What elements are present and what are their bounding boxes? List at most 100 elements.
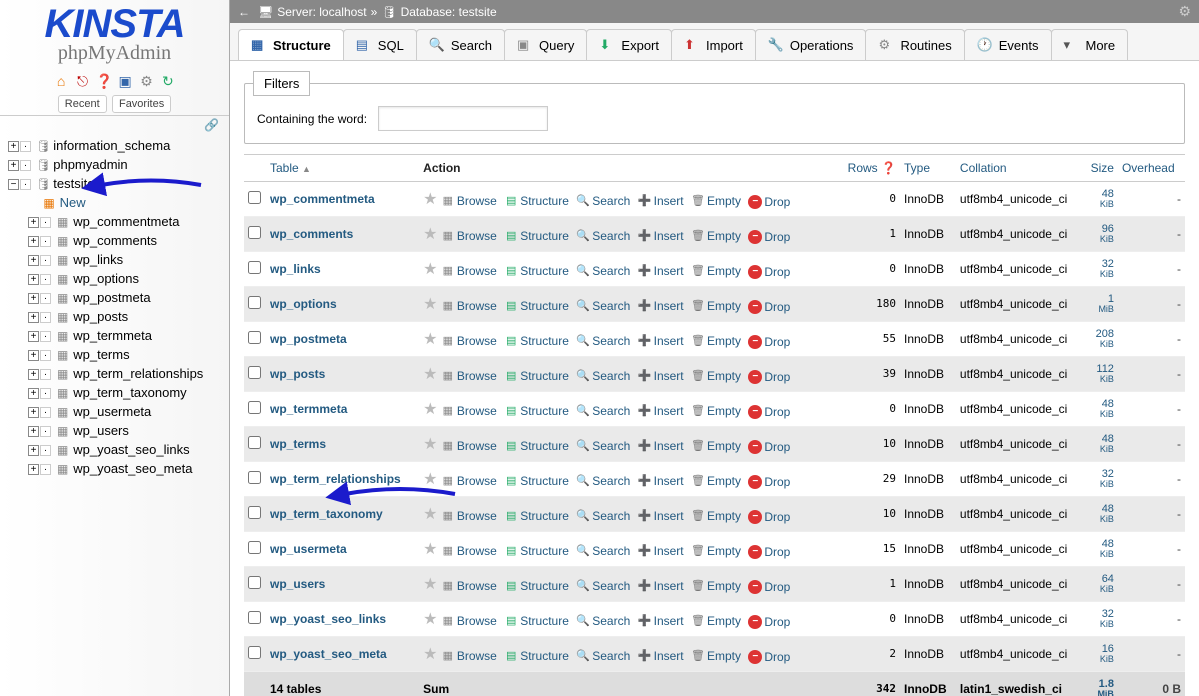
search-link[interactable]: 🔍Search: [576, 614, 630, 628]
tree-table-wp_yoast_seo_meta[interactable]: +· ▦ wp_yoast_seo_meta: [26, 459, 223, 478]
browse-link[interactable]: ▦Browse: [441, 299, 497, 313]
tab-import[interactable]: ⬆Import: [671, 29, 756, 60]
insert-link[interactable]: ➕Insert: [638, 264, 684, 278]
search-link[interactable]: 🔍Search: [576, 509, 630, 523]
page-settings-icon[interactable]: ⚙: [1178, 3, 1191, 20]
insert-link[interactable]: ➕Insert: [638, 614, 684, 628]
favorite-star-icon[interactable]: ★: [423, 226, 437, 243]
insert-link[interactable]: ➕Insert: [638, 544, 684, 558]
favorite-star-icon[interactable]: ★: [423, 506, 437, 523]
table-link[interactable]: wp_posts: [270, 367, 325, 381]
tree-table-wp_users[interactable]: +· ▦ wp_users: [26, 421, 223, 440]
structure-link[interactable]: ▤Structure: [504, 509, 569, 523]
empty-link[interactable]: 🗑Empty: [691, 299, 741, 313]
tab-routines[interactable]: ⚙Routines: [865, 29, 964, 60]
drop-link[interactable]: −Drop: [748, 580, 790, 594]
table-link[interactable]: wp_term_relationships: [270, 472, 401, 486]
tab-more[interactable]: ▾More: [1051, 29, 1129, 60]
drop-link[interactable]: −Drop: [748, 265, 790, 279]
tree-table-wp_options[interactable]: +· ▦ wp_options: [26, 269, 223, 288]
row-checkbox[interactable]: [248, 401, 261, 414]
search-link[interactable]: 🔍Search: [576, 474, 630, 488]
insert-link[interactable]: ➕Insert: [638, 439, 684, 453]
insert-link[interactable]: ➕Insert: [638, 474, 684, 488]
empty-link[interactable]: 🗑Empty: [691, 369, 741, 383]
empty-link[interactable]: 🗑Empty: [691, 439, 741, 453]
sql-icon[interactable]: ▣: [117, 73, 133, 89]
tab-search[interactable]: 🔍Search: [416, 29, 505, 60]
structure-link[interactable]: ▤Structure: [504, 369, 569, 383]
browse-link[interactable]: ▦Browse: [441, 334, 497, 348]
structure-link[interactable]: ▤Structure: [504, 264, 569, 278]
structure-link[interactable]: ▤Structure: [504, 229, 569, 243]
drop-link[interactable]: −Drop: [748, 475, 790, 489]
search-link[interactable]: 🔍Search: [576, 439, 630, 453]
favorite-star-icon[interactable]: ★: [423, 646, 437, 663]
insert-link[interactable]: ➕Insert: [638, 299, 684, 313]
search-link[interactable]: 🔍Search: [576, 579, 630, 593]
browse-link[interactable]: ▦Browse: [441, 614, 497, 628]
drop-link[interactable]: −Drop: [748, 440, 790, 454]
row-checkbox[interactable]: [248, 436, 261, 449]
tree-table-wp_termmeta[interactable]: +· ▦ wp_termmeta: [26, 326, 223, 345]
insert-link[interactable]: ➕Insert: [638, 194, 684, 208]
browse-link[interactable]: ▦Browse: [441, 369, 497, 383]
insert-link[interactable]: ➕Insert: [638, 369, 684, 383]
table-link[interactable]: wp_termmeta: [270, 402, 347, 416]
drop-link[interactable]: −Drop: [748, 650, 790, 664]
browse-link[interactable]: ▦Browse: [441, 579, 497, 593]
row-checkbox[interactable]: [248, 576, 261, 589]
tree-table-wp_commentmeta[interactable]: +· ▦ wp_commentmeta: [26, 212, 223, 231]
home-icon[interactable]: ⌂: [53, 73, 69, 89]
table-link[interactable]: wp_commentmeta: [270, 192, 375, 206]
insert-link[interactable]: ➕Insert: [638, 509, 684, 523]
favorite-star-icon[interactable]: ★: [423, 611, 437, 628]
structure-link[interactable]: ▤Structure: [504, 404, 569, 418]
browse-link[interactable]: ▦Browse: [441, 649, 497, 663]
search-link[interactable]: 🔍Search: [576, 264, 630, 278]
recent-tab[interactable]: Recent: [58, 95, 107, 113]
new-table-link[interactable]: ▦ New: [26, 193, 223, 212]
col-overhead[interactable]: Overhead: [1118, 155, 1185, 182]
search-link[interactable]: 🔍Search: [576, 404, 630, 418]
nav-back-icon[interactable]: ←: [238, 5, 250, 19]
tree-table-wp_posts[interactable]: +· ▦ wp_posts: [26, 307, 223, 326]
tree-table-wp_usermeta[interactable]: +· ▦ wp_usermeta: [26, 402, 223, 421]
favorite-star-icon[interactable]: ★: [423, 296, 437, 313]
empty-link[interactable]: 🗑Empty: [691, 544, 741, 558]
tree-table-wp_comments[interactable]: +· ▦ wp_comments: [26, 231, 223, 250]
row-checkbox[interactable]: [248, 541, 261, 554]
drop-link[interactable]: −Drop: [748, 230, 790, 244]
filter-input[interactable]: [378, 106, 548, 131]
drop-link[interactable]: −Drop: [748, 300, 790, 314]
help-icon[interactable]: ❓: [881, 161, 896, 175]
drop-link[interactable]: −Drop: [748, 405, 790, 419]
structure-link[interactable]: ▤Structure: [504, 299, 569, 313]
tab-query[interactable]: ▣Query: [504, 29, 587, 60]
tab-export[interactable]: ⬇Export: [586, 29, 672, 60]
row-checkbox[interactable]: [248, 506, 261, 519]
structure-link[interactable]: ▤Structure: [504, 334, 569, 348]
table-link[interactable]: wp_yoast_seo_meta: [270, 647, 387, 661]
empty-link[interactable]: 🗑Empty: [691, 614, 741, 628]
table-link[interactable]: wp_comments: [270, 227, 353, 241]
favorite-star-icon[interactable]: ★: [423, 471, 437, 488]
favorites-tab[interactable]: Favorites: [112, 95, 171, 113]
favorite-star-icon[interactable]: ★: [423, 331, 437, 348]
tab-operations[interactable]: 🔧Operations: [755, 29, 867, 60]
structure-link[interactable]: ▤Structure: [504, 649, 569, 663]
settings-icon[interactable]: ⚙: [139, 73, 155, 89]
table-link[interactable]: wp_links: [270, 262, 321, 276]
database-link[interactable]: testsite: [459, 5, 497, 19]
empty-link[interactable]: 🗑Empty: [691, 194, 741, 208]
empty-link[interactable]: 🗑Empty: [691, 509, 741, 523]
empty-link[interactable]: 🗑Empty: [691, 474, 741, 488]
structure-link[interactable]: ▤Structure: [504, 474, 569, 488]
tree-table-wp_yoast_seo_links[interactable]: +· ▦ wp_yoast_seo_links: [26, 440, 223, 459]
favorite-star-icon[interactable]: ★: [423, 401, 437, 418]
row-checkbox[interactable]: [248, 296, 261, 309]
db-node-phpmyadmin[interactable]: +· 🛢 phpmyadmin: [6, 155, 223, 174]
favorite-star-icon[interactable]: ★: [423, 541, 437, 558]
empty-link[interactable]: 🗑Empty: [691, 229, 741, 243]
search-link[interactable]: 🔍Search: [576, 544, 630, 558]
